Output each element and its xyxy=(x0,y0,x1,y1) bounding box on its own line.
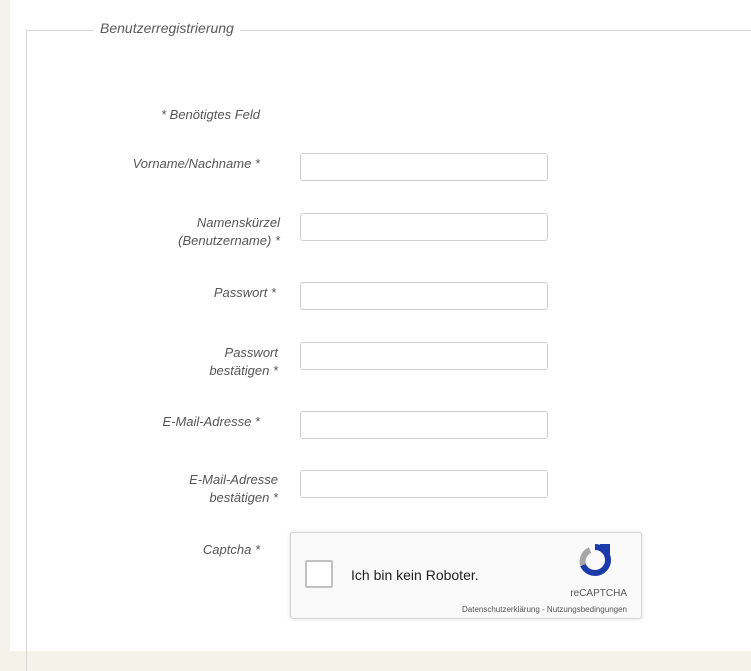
password-input[interactable] xyxy=(300,282,548,310)
password-confirm-label: Passwort bestätigen * xyxy=(90,344,278,380)
required-field-note: * Benötigtes Feld xyxy=(160,107,260,122)
fieldset-legend: Benutzerregistrierung xyxy=(94,20,240,36)
email-confirm-label-line2: bestätigen * xyxy=(209,490,278,505)
username-label-line1: Namenskürzel xyxy=(196,215,280,230)
recaptcha-checkbox[interactable] xyxy=(305,560,333,588)
password-confirm-input[interactable] xyxy=(300,342,548,370)
password-confirm-label-line1: Passwort xyxy=(224,345,278,360)
password-label: Passwort * xyxy=(213,285,276,300)
recaptcha-checkbox-text: Ich bin kein Roboter. xyxy=(351,567,479,583)
username-input[interactable] xyxy=(300,213,548,241)
password-confirm-label-line2: bestätigen * xyxy=(209,363,278,378)
name-label: Vorname/Nachname * xyxy=(132,156,260,171)
name-input[interactable] xyxy=(300,153,548,181)
email-input[interactable] xyxy=(300,411,548,439)
recaptcha-widget: Ich bin kein Roboter. reCAPTCHA Datensch… xyxy=(290,532,642,619)
email-confirm-label: E-Mail-Adresse bestätigen * xyxy=(90,471,278,507)
captcha-label: Captcha * xyxy=(202,542,260,557)
email-confirm-label-line1: E-Mail-Adresse xyxy=(189,472,278,487)
registration-page: Benutzerregistrierung * Benötigtes Feld … xyxy=(10,0,751,671)
email-confirm-input[interactable] xyxy=(300,470,548,498)
recaptcha-links[interactable]: Datenschutzerklärung - Nutzungsbedingung… xyxy=(462,605,627,614)
username-label: Namenskürzel (Benutzername) * xyxy=(90,214,280,250)
email-label: E-Mail-Adresse * xyxy=(162,414,260,429)
username-label-line2: (Benutzername) * xyxy=(178,233,280,248)
recaptcha-brand: reCAPTCHA xyxy=(570,588,627,599)
recaptcha-icon xyxy=(579,544,611,576)
